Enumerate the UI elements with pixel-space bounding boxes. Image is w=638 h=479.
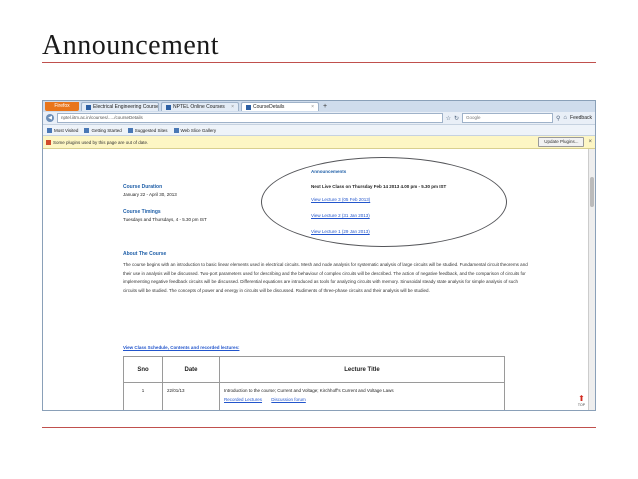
back-to-top-button[interactable]: ⬆ TOP bbox=[577, 394, 586, 407]
feedback-button[interactable]: Feedback bbox=[570, 115, 592, 121]
tab-electrical-courses[interactable]: Electrical Engineering Courses in Engi..… bbox=[81, 102, 159, 111]
course-timings-value: Tuesdays and Thursdays, 4 - 5.30 pm IST bbox=[123, 217, 207, 222]
column-header-date: Date bbox=[162, 356, 220, 383]
table-header-row: Sno Date Lecture Title bbox=[123, 356, 505, 383]
tab-label: NPTEL Online Courses bbox=[173, 103, 225, 110]
home-icon[interactable]: ⌂ bbox=[563, 115, 567, 121]
close-icon[interactable]: × bbox=[588, 139, 592, 145]
bookmark-web-slice-gallery[interactable]: Web Slice Gallery bbox=[173, 127, 216, 133]
bookmark-icon bbox=[84, 127, 90, 133]
row-links: Recorded Lectures Discussion forum bbox=[224, 397, 500, 402]
scrollbar-thumb[interactable] bbox=[590, 177, 594, 207]
tab-bar: Firefox Electrical Engineering Courses i… bbox=[43, 101, 595, 112]
vertical-scrollbar[interactable] bbox=[588, 149, 595, 410]
favicon-icon bbox=[166, 104, 171, 110]
slide-title: Announcement bbox=[42, 30, 220, 61]
close-icon[interactable]: × bbox=[231, 103, 234, 111]
recorded-lectures-link[interactable]: Recorded Lectures bbox=[224, 397, 262, 402]
course-duration-value: January 22 - April 30, 2013 bbox=[123, 192, 177, 197]
tab-label: Electrical Engineering Courses in Engi..… bbox=[93, 103, 159, 110]
top-label: TOP bbox=[577, 403, 586, 407]
footer-rule bbox=[42, 427, 596, 428]
lecture-title: Introduction to the course; Current and … bbox=[224, 388, 394, 393]
column-header-title: Lecture Title bbox=[219, 356, 505, 383]
cell-title: Introduction to the course; Current and … bbox=[219, 382, 505, 410]
browser-window: Firefox Electrical Engineering Courses i… bbox=[42, 100, 596, 411]
plugin-message: Some plugins used by this page are out o… bbox=[53, 139, 149, 145]
bookmark-icon bbox=[47, 127, 52, 133]
tab-course-details[interactable]: CourseDetails × bbox=[241, 102, 319, 111]
search-input[interactable]: Google bbox=[462, 113, 553, 123]
cell-date: 22/01/13 bbox=[162, 382, 220, 410]
plugin-warning-icon bbox=[46, 139, 51, 145]
favicon-icon bbox=[86, 104, 91, 110]
discussion-forum-link[interactable]: Discussion forum bbox=[271, 397, 306, 402]
bookmark-icon bbox=[127, 127, 133, 133]
table-row: 1 22/01/13 Introduction to the course; C… bbox=[123, 382, 505, 410]
tab-nptel-online[interactable]: NPTEL Online Courses × bbox=[161, 102, 239, 111]
firefox-menu-button[interactable]: Firefox bbox=[45, 102, 79, 111]
bookmark-most-visited[interactable]: Most Visited bbox=[47, 127, 78, 133]
up-arrow-icon: ⬆ bbox=[578, 394, 585, 403]
close-icon[interactable]: × bbox=[311, 103, 314, 111]
navigation-bar: ◀ nptel.iitm.ac.in/courses/...../courseD… bbox=[43, 112, 595, 125]
title-rule bbox=[42, 62, 596, 63]
course-duration-heading: Course Duration bbox=[123, 184, 163, 190]
back-arrow-icon[interactable]: ◀ bbox=[46, 114, 54, 122]
cell-sno: 1 bbox=[123, 382, 163, 410]
new-tab-button[interactable]: + bbox=[321, 103, 329, 110]
highlight-oval bbox=[261, 157, 507, 247]
url-bar[interactable]: nptel.iitm.ac.in/courses/...../courseDet… bbox=[57, 113, 443, 123]
column-header-sno: Sno bbox=[123, 356, 163, 383]
bookmark-icon bbox=[173, 127, 179, 133]
schedule-table: Sno Date Lecture Title 1 22/01/13 Introd… bbox=[123, 356, 505, 410]
schedule-link[interactable]: View Class Schedule, Contents and record… bbox=[123, 345, 239, 350]
reload-icon[interactable]: ↻ bbox=[454, 115, 459, 122]
tab-label: CourseDetails bbox=[253, 103, 285, 110]
plugin-notification-bar: Some plugins used by this page are out o… bbox=[43, 136, 595, 149]
course-timings-heading: Course Timings bbox=[123, 209, 161, 215]
bookmark-star-icon[interactable]: ☆ bbox=[446, 115, 451, 122]
bookmarks-toolbar: Most Visited Getting Started Suggested S… bbox=[43, 125, 595, 136]
bookmark-getting-started[interactable]: Getting Started bbox=[84, 127, 122, 133]
search-icon[interactable]: ⚲ bbox=[556, 115, 560, 122]
bookmark-suggested-sites[interactable]: Suggested Sites bbox=[127, 127, 168, 133]
about-heading: About The Course bbox=[123, 251, 167, 257]
about-text: The course begins with an introduction t… bbox=[123, 262, 528, 294]
favicon-icon bbox=[246, 104, 251, 110]
page-content: Course Duration January 22 - April 30, 2… bbox=[43, 149, 588, 410]
update-plugins-button[interactable]: Update Plugins... bbox=[538, 137, 585, 147]
